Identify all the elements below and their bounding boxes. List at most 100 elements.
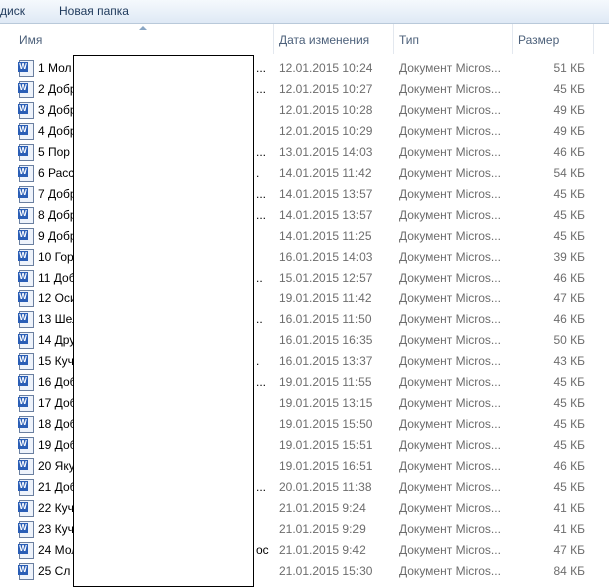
- file-name-suffix: ...: [256, 81, 267, 96]
- file-date: 16.01.2015 13:37: [279, 354, 373, 369]
- file-date: 14.01.2015 13:57: [279, 207, 373, 222]
- word-document-icon: [18, 122, 34, 140]
- file-size: 51 КБ: [553, 61, 585, 75]
- file-date: 14.01.2015 11:25: [279, 228, 372, 243]
- file-size: 49 КБ: [553, 102, 585, 117]
- word-document-icon: [18, 290, 34, 308]
- file-date: 16.01.2015 16:35: [279, 333, 373, 348]
- file-type: Документ Micros...: [399, 459, 501, 474]
- column-divider[interactable]: [593, 24, 594, 54]
- file-size: 47 КБ: [553, 542, 585, 557]
- word-document-icon: [18, 479, 34, 496]
- file-date: 20.01.2015 11:38: [279, 480, 372, 494]
- file-type: Документ Micros...: [399, 521, 501, 536]
- new-folder-button[interactable]: Новая папка: [59, 4, 129, 18]
- file-type: Документ Micros...: [399, 228, 501, 243]
- file-name: 16 Доб: [38, 375, 77, 390]
- file-size: 46 КБ: [553, 459, 585, 474]
- file-type: Документ Micros...: [399, 480, 501, 494]
- sort-ascending-icon: [139, 26, 147, 30]
- file-type: Документ Micros...: [399, 291, 501, 306]
- file-type: Документ Micros...: [399, 542, 501, 557]
- file-name: 11 Доб: [38, 270, 76, 285]
- file-date: 19.01.2015 11:42: [279, 291, 372, 306]
- word-document-icon: [18, 374, 34, 392]
- word-document-icon: [18, 60, 34, 77]
- file-date: 19.01.2015 11:55: [279, 375, 372, 390]
- file-name: 10 Гор: [38, 249, 74, 264]
- file-name: 6 Расс: [38, 165, 75, 180]
- file-name-suffix: ...: [256, 144, 267, 159]
- file-name-suffix: ...: [256, 480, 267, 494]
- word-document-icon: [18, 458, 34, 476]
- word-document-icon: [18, 541, 34, 559]
- file-date: 21.01.2015 9:29: [279, 521, 366, 536]
- column-divider[interactable]: [393, 24, 394, 54]
- word-document-icon: [18, 416, 34, 434]
- word-document-icon: [18, 143, 34, 161]
- file-size: 45 КБ: [553, 375, 585, 390]
- file-name: 19 Доб: [38, 438, 77, 453]
- file-date: 16.01.2015 14:03: [279, 249, 373, 264]
- file-type: Документ Micros...: [399, 270, 501, 285]
- toolbar: диск Новая папка: [0, 0, 609, 24]
- file-size: 46 КБ: [553, 312, 585, 327]
- file-size: 39 КБ: [553, 249, 585, 264]
- word-document-icon: [18, 562, 34, 580]
- word-document-icon: [18, 395, 34, 413]
- column-divider[interactable]: [273, 24, 274, 54]
- burn-disc-button[interactable]: диск: [0, 4, 25, 18]
- file-date: 12.01.2015 10:29: [279, 123, 373, 138]
- file-name-suffix: ...: [256, 207, 267, 222]
- file-type: Документ Micros...: [399, 165, 501, 180]
- file-name: 12 Оси: [38, 291, 77, 306]
- word-document-icon: [18, 164, 34, 182]
- file-name: 14 Дру: [38, 333, 76, 348]
- file-type: Документ Micros...: [399, 123, 501, 138]
- column-type[interactable]: Тип: [399, 33, 419, 47]
- file-name: 18 Доб: [38, 417, 77, 432]
- file-size: 47 КБ: [553, 291, 585, 306]
- column-size[interactable]: Размер: [518, 33, 559, 47]
- file-date: 21.01.2015 9:42: [279, 542, 366, 557]
- column-name[interactable]: Имя: [19, 33, 42, 47]
- file-size: 45 КБ: [553, 396, 585, 411]
- file-size: 46 КБ: [553, 144, 585, 159]
- file-date: 19.01.2015 15:50: [279, 417, 373, 432]
- file-type: Документ Micros...: [399, 438, 501, 453]
- file-name: 17 Доб: [38, 396, 77, 411]
- file-name-suffix: ..: [256, 270, 263, 285]
- word-document-icon: [18, 80, 34, 98]
- file-size: 45 КБ: [553, 81, 585, 96]
- file-name: 8 Добр: [38, 207, 77, 222]
- file-date: 19.01.2015 15:51: [279, 438, 373, 453]
- file-date: 16.01.2015 11:50: [279, 312, 372, 327]
- file-date: 19.01.2015 13:15: [279, 396, 373, 411]
- file-name: 4 Добр: [38, 123, 77, 138]
- file-type: Документ Micros...: [399, 354, 501, 369]
- column-date[interactable]: Дата изменения: [279, 33, 369, 47]
- file-size: 49 КБ: [553, 123, 585, 138]
- file-type: Документ Micros...: [399, 500, 501, 515]
- file-name-suffix: .: [256, 165, 260, 180]
- file-name: 7 Добр: [38, 186, 77, 201]
- file-size: 45 КБ: [553, 207, 585, 222]
- file-size: 41 КБ: [553, 500, 585, 515]
- file-type: Документ Micros...: [399, 249, 501, 264]
- file-size: 45 КБ: [553, 186, 585, 201]
- word-document-icon: [18, 101, 34, 119]
- word-document-icon: [18, 353, 34, 371]
- word-document-icon: [18, 499, 34, 517]
- file-date: 15.01.2015 12:57: [279, 270, 373, 285]
- file-size: 45 КБ: [553, 228, 585, 243]
- file-name-suffix: ...: [256, 186, 267, 201]
- file-size: 45 КБ: [553, 417, 585, 432]
- file-name: 5 Пор: [38, 144, 70, 159]
- column-divider[interactable]: [512, 24, 513, 54]
- file-date: 13.01.2015 14:03: [279, 144, 373, 159]
- file-type: Документ Micros...: [399, 333, 501, 348]
- word-document-icon: [18, 437, 34, 455]
- file-size: 45 КБ: [553, 480, 585, 494]
- file-name-suffix: ...: [256, 61, 267, 75]
- file-name-suffix: ..: [256, 312, 263, 327]
